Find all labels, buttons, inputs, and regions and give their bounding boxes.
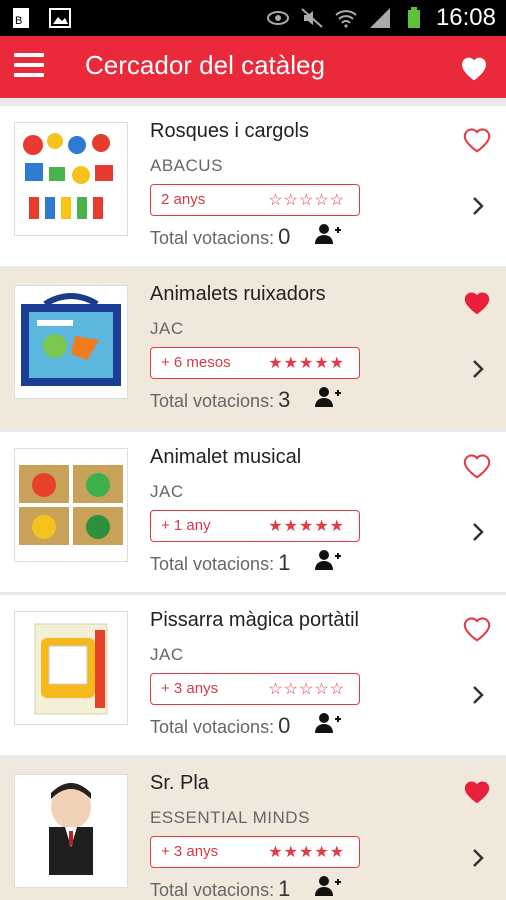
- star-rating: ★★★★★: [268, 518, 345, 535]
- svg-text:B: B: [15, 15, 22, 27]
- age-rating-badge[interactable]: + 3 anys ★★★★★: [150, 836, 360, 868]
- votes-count: 1: [278, 550, 291, 575]
- age-rating-badge[interactable]: 2 anys ☆☆☆☆☆: [150, 184, 360, 216]
- votes-label: Total votacions:: [150, 391, 275, 411]
- votes-count: 0: [278, 713, 291, 738]
- votes-line: Total votacions: 1: [150, 550, 290, 576]
- battery-icon: [407, 7, 420, 28]
- votes-label: Total votacions:: [150, 554, 275, 574]
- catalog-list: Rosques i cargols ABACUS 2 anys ☆☆☆☆☆ To…: [0, 98, 506, 900]
- votes-line: Total votacions: 1: [150, 876, 290, 900]
- product-image: [14, 122, 128, 236]
- votes-count: 1: [278, 876, 291, 900]
- heart-filled-icon[interactable]: [460, 776, 494, 806]
- age-label: 2 anys: [161, 191, 206, 208]
- item-title: Animalet musical: [150, 446, 302, 468]
- age-rating-badge[interactable]: + 6 mesos ★★★★★: [150, 347, 360, 379]
- chevron-right-icon[interactable]: [470, 520, 486, 544]
- page-title: Cercador del catàleg: [85, 50, 325, 80]
- votes-line: Total votacions: 0: [150, 224, 290, 250]
- product-image: [14, 611, 128, 725]
- votes-line: Total votacions: 0: [150, 713, 290, 739]
- heart-outline-icon[interactable]: [460, 450, 494, 480]
- add-vote-user-icon[interactable]: [314, 222, 342, 246]
- heart-filled-icon[interactable]: [460, 287, 494, 317]
- age-label: + 3 anys: [161, 680, 219, 697]
- product-image: [14, 774, 128, 888]
- star-rating: ☆☆☆☆☆: [268, 192, 345, 209]
- favorites-heart-icon[interactable]: [458, 52, 490, 82]
- app-bar: Cercador del catàleg: [0, 36, 506, 98]
- star-rating: ★★★★★: [268, 844, 345, 861]
- item-maker: ESSENTIAL MINDS: [150, 808, 310, 827]
- item-maker: ABACUS: [150, 156, 223, 175]
- age-label: + 1 any: [161, 517, 211, 534]
- list-item[interactable]: Rosques i cargols ABACUS 2 anys ☆☆☆☆☆ To…: [0, 106, 506, 266]
- age-rating-badge[interactable]: + 3 anys ☆☆☆☆☆: [150, 673, 360, 705]
- product-image: [14, 448, 128, 562]
- heart-outline-icon[interactable]: [460, 613, 494, 643]
- star-rating: ★★★★★: [268, 355, 345, 372]
- eye-icon: [266, 11, 289, 25]
- age-label: + 6 mesos: [161, 354, 231, 371]
- item-title: Animalets ruixadors: [150, 283, 326, 305]
- item-title: Rosques i cargols: [150, 120, 309, 142]
- signal-icon: [369, 8, 390, 28]
- chevron-right-icon[interactable]: [470, 683, 486, 707]
- votes-label: Total votacions:: [150, 228, 275, 248]
- clock-time: 16:08: [435, 4, 496, 31]
- image-icon: [49, 8, 71, 28]
- list-item[interactable]: Animalet musical JAC + 1 any ★★★★★ Total…: [0, 432, 506, 592]
- list-item[interactable]: Animalets ruixadors JAC + 6 mesos ★★★★★ …: [0, 269, 506, 429]
- status-bar: B 16:08: [0, 0, 506, 36]
- votes-label: Total votacions:: [150, 717, 275, 737]
- chevron-right-icon[interactable]: [470, 194, 486, 218]
- votes-count: 3: [278, 387, 291, 412]
- wifi-icon: [335, 10, 357, 28]
- product-image: [14, 285, 128, 399]
- heart-outline-icon[interactable]: [460, 124, 494, 154]
- add-vote-user-icon[interactable]: [314, 385, 342, 409]
- mute-icon: [301, 8, 323, 28]
- votes-line: Total votacions: 3: [150, 387, 290, 413]
- age-label: + 3 anys: [161, 843, 219, 860]
- add-vote-user-icon[interactable]: [314, 548, 342, 572]
- votes-count: 0: [278, 224, 291, 249]
- item-title: Sr. Pla: [150, 772, 209, 794]
- star-rating: ☆☆☆☆☆: [268, 681, 345, 698]
- item-maker: JAC: [150, 482, 184, 501]
- list-item[interactable]: Pissarra màgica portàtil JAC + 3 anys ☆☆…: [0, 595, 506, 755]
- list-item[interactable]: Sr. Pla ESSENTIAL MINDS + 3 anys ★★★★★ T…: [0, 758, 506, 900]
- age-rating-badge[interactable]: + 1 any ★★★★★: [150, 510, 360, 542]
- chevron-right-icon[interactable]: [470, 846, 486, 870]
- votes-label: Total votacions:: [150, 880, 275, 900]
- add-vote-user-icon[interactable]: [314, 874, 342, 898]
- chevron-right-icon[interactable]: [470, 357, 486, 381]
- document-icon: B: [13, 8, 29, 28]
- item-maker: JAC: [150, 645, 184, 664]
- menu-icon[interactable]: [14, 53, 44, 79]
- item-title: Pissarra màgica portàtil: [150, 609, 359, 631]
- item-maker: JAC: [150, 319, 184, 338]
- add-vote-user-icon[interactable]: [314, 711, 342, 735]
